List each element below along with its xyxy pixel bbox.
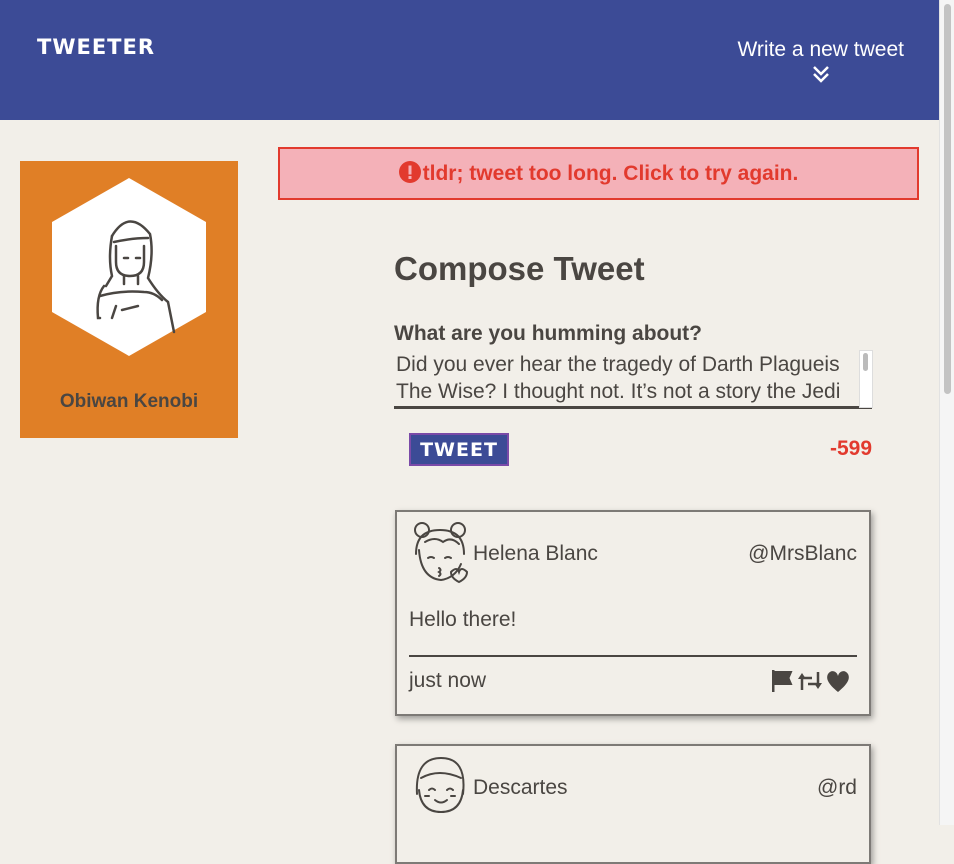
kissing-girl-avatar-icon xyxy=(414,522,469,584)
tweet-card: Descartes @rd xyxy=(395,744,871,864)
tweet-author-handle: @MrsBlanc xyxy=(748,542,857,565)
tweet-author-name: Descartes xyxy=(473,776,568,799)
retweet-icon[interactable] xyxy=(797,668,823,694)
write-new-tweet-toggle[interactable]: Write a new tweet xyxy=(737,38,904,84)
tweet-author-name: Helena Blanc xyxy=(473,542,598,565)
tweet-actions xyxy=(769,668,851,694)
double-chevron-down-icon xyxy=(812,66,829,83)
profile-name: Obiwan Kenobi xyxy=(59,391,199,412)
write-new-tweet-label: Write a new tweet xyxy=(737,38,904,61)
page-scrollbar[interactable] xyxy=(939,0,954,825)
profile-card: Obiwan Kenobi xyxy=(20,161,238,438)
tweet-button[interactable]: TWEET xyxy=(409,433,509,466)
brand-logo[interactable]: TWEETER xyxy=(37,35,155,59)
tweet-timestamp: just now xyxy=(409,669,487,692)
tweet-text: Hello there! xyxy=(409,608,517,631)
tweet-author-handle: @rd xyxy=(817,776,857,799)
tweet-card: Helena Blanc @MrsBlanc Hello there! just… xyxy=(395,510,871,716)
tweet-divider xyxy=(409,655,857,657)
heart-icon[interactable] xyxy=(825,668,851,694)
error-message: tldr; tweet too long. Click to try again… xyxy=(422,161,799,185)
textarea-scrollbar-thumb[interactable] xyxy=(863,353,868,371)
error-banner[interactable]: tldr; tweet too long. Click to try again… xyxy=(278,147,919,200)
character-counter: -599 xyxy=(829,437,872,460)
exclamation-circle-icon xyxy=(398,160,421,183)
compose-label: What are you humming about? xyxy=(394,322,702,345)
profile-avatar xyxy=(52,178,206,356)
smiling-girl-avatar-icon xyxy=(415,756,465,814)
compose-title: Compose Tweet xyxy=(394,250,645,287)
page-scrollbar-thumb[interactable] xyxy=(944,4,951,394)
textarea-scrollbar[interactable] xyxy=(859,350,873,408)
top-nav: TWEETER Write a new tweet xyxy=(0,0,940,120)
tweet-textarea[interactable]: Did you ever hear the tragedy of Darth P… xyxy=(394,349,872,409)
flag-icon[interactable] xyxy=(769,668,795,694)
